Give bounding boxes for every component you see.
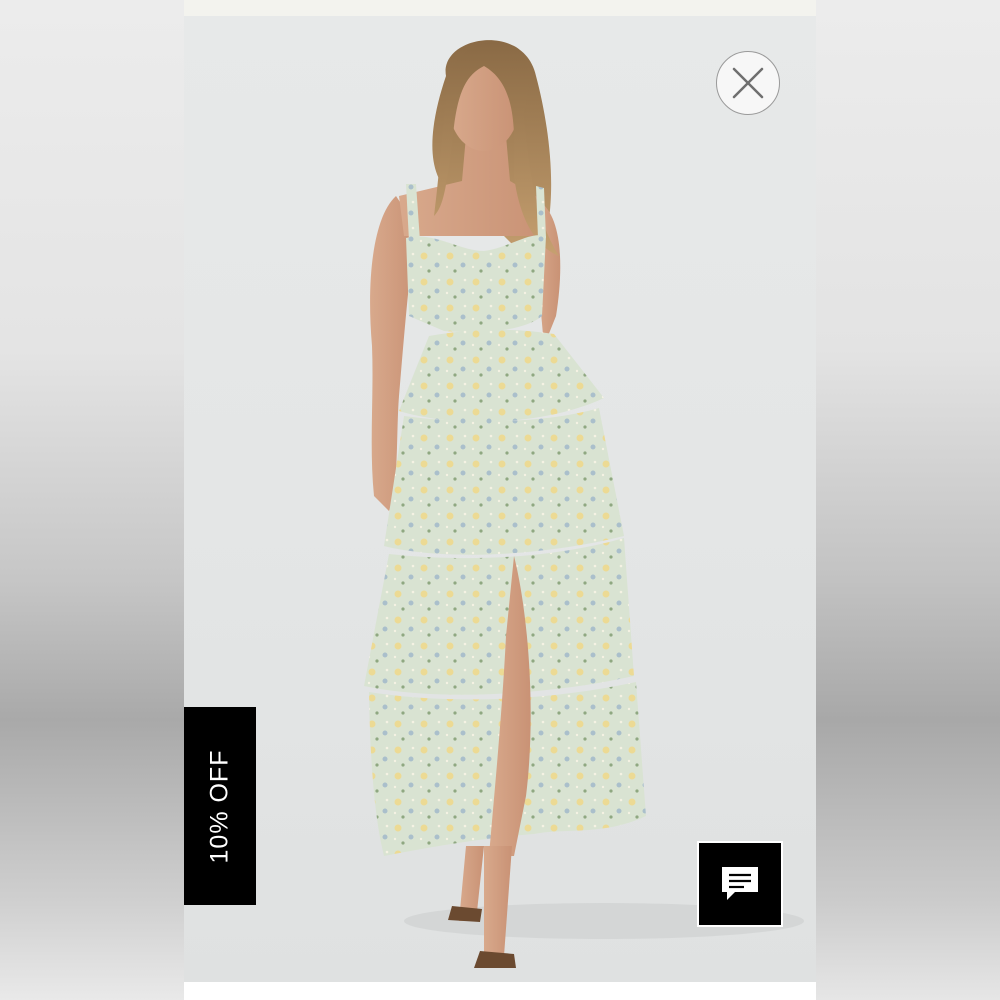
- close-icon: [732, 67, 764, 99]
- bottom-edge: [184, 982, 816, 1000]
- product-photo: [184, 16, 816, 982]
- screen: 10% OFF: [0, 0, 1000, 1000]
- discount-tab[interactable]: 10% OFF: [184, 707, 256, 905]
- close-button[interactable]: [716, 51, 780, 115]
- blurred-background-right: [816, 0, 1000, 1000]
- chat-button[interactable]: [697, 841, 783, 927]
- chat-bubble-icon: [722, 867, 758, 900]
- discount-label: 10% OFF: [205, 749, 234, 863]
- top-edge: [184, 0, 816, 16]
- model-wearing-dress-illustration: [364, 40, 804, 968]
- blurred-background-left: [0, 0, 184, 1000]
